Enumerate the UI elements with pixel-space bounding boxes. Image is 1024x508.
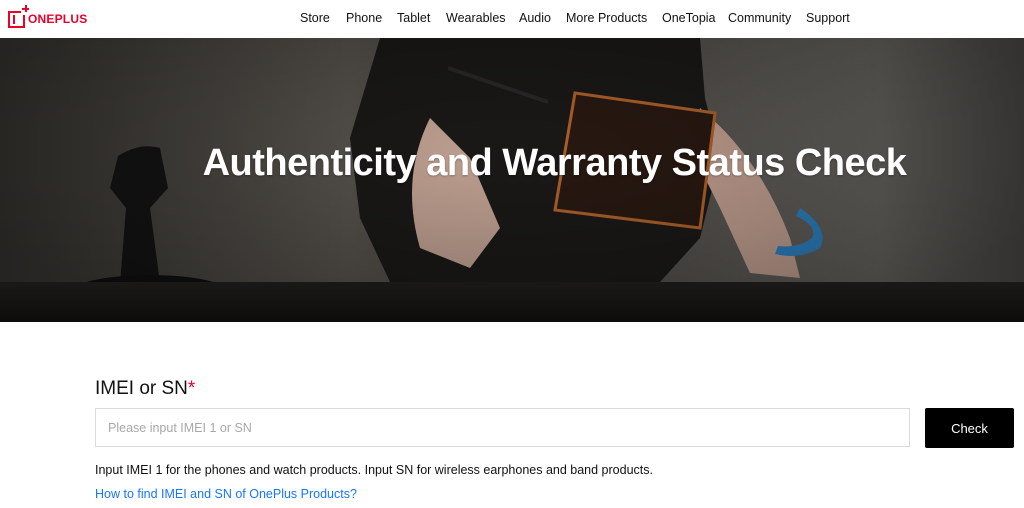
- imei-input[interactable]: [95, 408, 910, 447]
- nav-item-onetopia[interactable]: OneTopia: [662, 11, 716, 25]
- imei-field-label-text: IMEI or SN: [95, 378, 188, 399]
- nav-item-phone[interactable]: Phone: [346, 11, 382, 25]
- check-button[interactable]: Check: [925, 408, 1014, 448]
- nav-item-community[interactable]: Community: [728, 11, 791, 25]
- input-hint: Input IMEI 1 for the phones and watch pr…: [95, 463, 653, 477]
- hero-banner: Authenticity and Warranty Status Check: [0, 38, 1024, 322]
- nav-item-wearables[interactable]: Wearables: [446, 11, 506, 25]
- nav-item-tablet[interactable]: Tablet: [397, 11, 430, 25]
- oneplus-logo[interactable]: ONEPLUS: [8, 5, 88, 29]
- find-imei-help-link[interactable]: How to find IMEI and SN of OnePlus Produ…: [95, 487, 357, 501]
- brand-name: ONEPLUS: [28, 12, 88, 26]
- required-mark: *: [187, 378, 196, 399]
- nav-item-support[interactable]: Support: [806, 11, 850, 25]
- nav-item-audio[interactable]: Audio: [519, 11, 551, 25]
- top-navigation: ONEPLUS Store Phone Tablet Wearables Aud…: [0, 0, 1024, 38]
- oneplus-logo-icon: [8, 5, 29, 28]
- page-title: Authenticity and Warranty Status Check: [202, 142, 907, 184]
- hero-table-surface: [0, 282, 1024, 322]
- nav-item-store[interactable]: Store: [300, 11, 330, 25]
- imei-field-label: IMEI or SN*: [95, 378, 195, 400]
- nav-item-more-products[interactable]: More Products: [566, 11, 647, 25]
